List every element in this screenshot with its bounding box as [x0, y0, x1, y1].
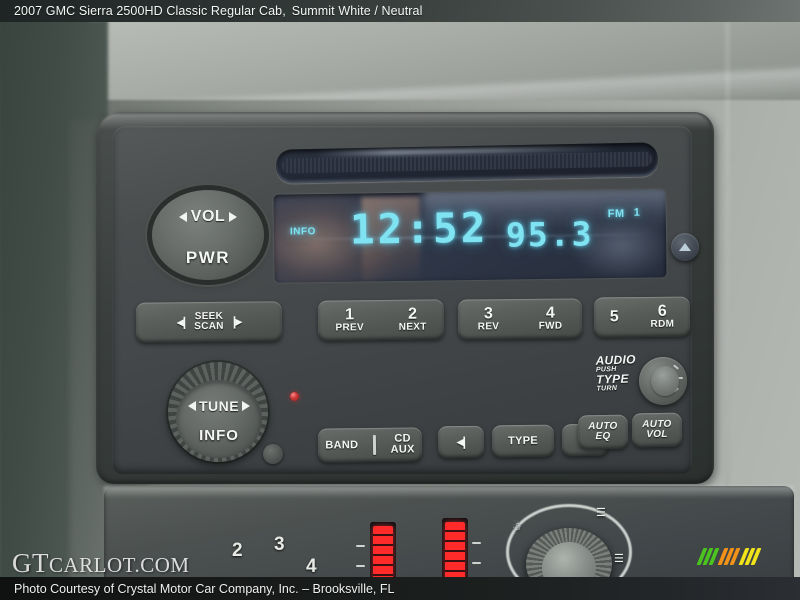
floor-heat-icon: ☰	[614, 553, 624, 565]
seek-scan-inner: ◂| SEEK SCAN |▸	[136, 310, 282, 334]
gauge-tick	[472, 562, 481, 564]
chevron-bars	[696, 548, 762, 565]
watermark-com: .COM	[134, 553, 190, 577]
seek-scan-button[interactable]: ◂| SEEK SCAN |▸	[135, 301, 283, 343]
tune-label: TUNE	[198, 398, 240, 414]
skip-back-icon: ◂|	[176, 314, 186, 330]
knob-tick-icon	[677, 377, 683, 379]
gauge-tick	[356, 545, 365, 547]
tune-side-button[interactable]	[263, 444, 283, 464]
volume-power-knob[interactable]: VOL PWR	[152, 190, 264, 280]
band-cd-inner: BAND CD AUX	[318, 432, 422, 457]
preset-button-5-6[interactable]: 5 6 RDM	[593, 296, 691, 338]
watermark-carlot: CARLOT	[49, 553, 135, 577]
radio-display: INFO 12:52 95.3 FM 1	[273, 189, 667, 283]
defrost-icon: ☃	[512, 521, 522, 533]
knob-tick-icon	[673, 387, 679, 393]
preset-2-number: 2	[408, 305, 418, 323]
seek-scan-labels: SEEK SCAN	[194, 310, 224, 333]
band-label: BAND	[325, 439, 359, 452]
skip-back-icon: ◂|	[456, 433, 466, 450]
dashboard-seam	[726, 22, 729, 492]
titlebar: 2007 GMC Sierra 2500HD Classic Regular C…	[0, 0, 800, 22]
volume-label-row: VOL	[178, 208, 238, 226]
audio-label: AUDIO	[595, 352, 636, 368]
display-frequency: 95.3	[505, 214, 594, 255]
auto-eq-button[interactable]: AUTO EQ	[577, 414, 629, 450]
preset-3-sub: REV	[477, 321, 500, 333]
turn-label: TURN	[596, 384, 618, 393]
auto-eq-labels: AUTO EQ	[588, 421, 618, 443]
tune-info-knob[interactable]: TUNE INFO	[176, 380, 262, 458]
site-watermark: GTCARLOT.COM	[12, 548, 190, 579]
preset-button-3-4[interactable]: 3 REV 4 FWD	[457, 298, 583, 340]
knob-tick-icon	[673, 364, 679, 370]
triangle-left-icon	[187, 401, 196, 411]
fan-speed-2: 2	[232, 540, 243, 561]
gauge-tick	[356, 565, 365, 567]
display-band-label: FM	[607, 207, 625, 221]
triangle-right-icon	[229, 212, 238, 222]
gauge-tick	[472, 542, 481, 544]
power-label: PWR	[185, 248, 231, 267]
status-led-indicator	[290, 392, 299, 401]
auto-eq-line2: EQ	[595, 430, 611, 443]
photo-viewer-stage: INFO 12:52 95.3 FM 1 VOL PWR TUNE INFO ◂…	[0, 0, 800, 600]
scan-label: SCAN	[194, 320, 224, 333]
band-cd-aux-button[interactable]: BAND CD AUX	[317, 427, 423, 463]
preset-button-6[interactable]: 6 RDM	[650, 302, 675, 330]
auto-vol-labels: AUTO VOL	[642, 419, 672, 441]
vehicle-colors: Summit White / Neutral	[291, 4, 423, 18]
preset-6-sub: RDM	[650, 318, 675, 330]
triangle-left-icon	[178, 212, 187, 222]
preset-1-sub: PREV	[335, 322, 364, 334]
eject-icon	[679, 243, 691, 251]
fan-speed-4: 4	[306, 556, 317, 577]
auto-vol-line2: VOL	[646, 428, 668, 441]
preset-3-number: 3	[483, 305, 493, 323]
fan-speed-3: 3	[274, 534, 285, 555]
preset-button-2[interactable]: 2 NEXT	[398, 305, 427, 333]
preset-button-5[interactable]: 5	[609, 308, 619, 326]
skip-forward-icon: |▸	[232, 313, 242, 329]
preset-pair-1-2: 1 PREV 2 NEXT	[318, 305, 444, 334]
vehicle-title: 2007 GMC Sierra 2500HD Classic Regular C…	[14, 4, 286, 18]
type-button-label: TYPE	[507, 434, 539, 448]
preset-pair-5-6: 5 6 RDM	[594, 302, 690, 331]
preset-2-sub: NEXT	[398, 321, 427, 333]
tune-label-row: TUNE	[187, 398, 251, 414]
preset-4-sub: FWD	[538, 320, 563, 332]
type-button[interactable]: TYPE	[491, 424, 555, 458]
aux-label: AUX	[390, 443, 415, 456]
preset-button-4[interactable]: 4 FWD	[538, 304, 563, 332]
preset-button-1-2[interactable]: 1 PREV 2 NEXT	[317, 299, 445, 341]
track-reverse-button[interactable]: ◂|	[437, 425, 485, 459]
tune-info-label: INFO	[199, 427, 239, 444]
display-info-indicator: INFO	[289, 226, 316, 238]
preset-6-number: 6	[657, 302, 667, 320]
cd-aux-button[interactable]: CD AUX	[390, 432, 415, 456]
orange-chevron-group	[717, 548, 741, 565]
preset-pair-3-4: 3 REV 4 FWD	[458, 304, 582, 333]
hvac-panel-lip	[104, 486, 794, 498]
display-clock: 12:52	[349, 203, 489, 254]
volume-label: VOL	[190, 208, 226, 225]
display-band-number: 1	[633, 206, 641, 219]
watermark-gt: GT	[12, 548, 49, 578]
audio-type-knob[interactable]	[639, 357, 687, 405]
button-divider	[372, 434, 377, 455]
eject-button[interactable]	[671, 233, 699, 261]
preset-button-1[interactable]: 1 PREV	[335, 306, 364, 334]
auto-vol-button[interactable]: AUTO VOL	[631, 412, 683, 448]
photo-credit: Photo Courtesy of Crystal Motor Car Comp…	[14, 581, 395, 596]
triangle-right-icon	[242, 401, 251, 411]
audio-type-knob-label: AUDIO PUSH TYPE TURN	[595, 352, 636, 393]
preset-button-3[interactable]: 3 REV	[477, 305, 500, 333]
vent-icon: ☰	[596, 507, 606, 519]
preset-4-number: 4	[545, 304, 555, 322]
preset-5-number: 5	[609, 308, 619, 326]
footer-bar: Photo Courtesy of Crystal Motor Car Comp…	[0, 577, 800, 600]
preset-1-number: 1	[345, 306, 355, 324]
